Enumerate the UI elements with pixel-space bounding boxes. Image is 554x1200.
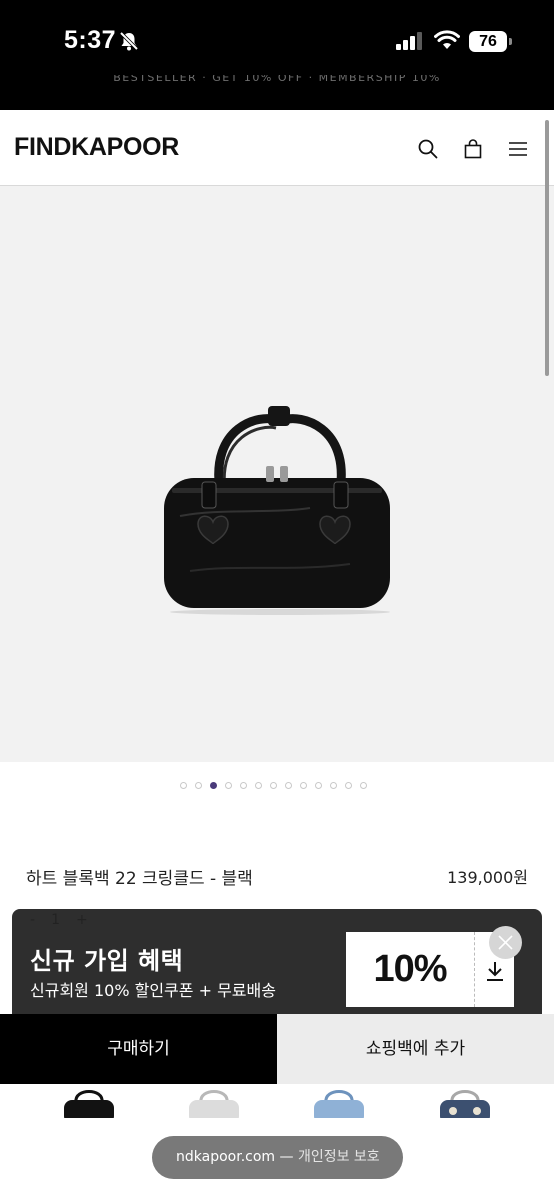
color-option-denim-navy[interactable] <box>438 1084 492 1118</box>
carousel-dot[interactable] <box>195 782 202 789</box>
product-image-carousel[interactable] <box>0 186 554 762</box>
status-time: 5:37 <box>64 26 117 54</box>
carousel-dot[interactable] <box>300 782 307 789</box>
carousel-dot[interactable] <box>360 782 367 789</box>
hamburger-menu-icon[interactable] <box>507 138 529 160</box>
add-to-cart-button[interactable]: 쇼핑백에 추가 <box>277 1014 554 1084</box>
close-icon <box>498 935 513 950</box>
carousel-dot[interactable] <box>225 782 232 789</box>
shopping-bag-icon[interactable] <box>462 138 484 160</box>
banner-close-button[interactable] <box>489 926 522 959</box>
carousel-dot[interactable] <box>255 782 262 789</box>
product-handbag-image <box>164 406 390 615</box>
banner-subtitle: 신규회원 10% 할인쿠폰 + 무료배송 <box>30 981 276 1000</box>
status-bar: 5:37 76 BESTSELLER · GET 10% OFF · MEMBE… <box>0 0 554 110</box>
coupon-card[interactable]: 10% <box>346 932 474 1007</box>
battery-indicator: 76 <box>469 31 512 52</box>
color-option-silver[interactable] <box>187 1084 241 1118</box>
browser-url-pill[interactable]: ndkapoor.com — 개인정보 보호 <box>152 1136 403 1179</box>
wifi-icon <box>434 30 460 49</box>
url-domain: ndkapoor.com <box>176 1149 276 1165</box>
buy-now-button[interactable]: 구매하기 <box>0 1014 277 1084</box>
product-name: 하트 블록백 22 크링클드 - 블랙 <box>26 869 253 889</box>
promo-strip[interactable]: BESTSELLER · GET 10% OFF · MEMBERSHIP 10… <box>0 75 554 84</box>
carousel-dot[interactable] <box>345 782 352 789</box>
carousel-dot[interactable] <box>330 782 337 789</box>
color-option-black[interactable] <box>62 1084 116 1118</box>
carousel-dot[interactable] <box>285 782 292 789</box>
banner-title: 신규 가입 혜택 <box>30 947 184 975</box>
carousel-dot[interactable] <box>270 782 277 789</box>
site-header: FINDKAPOOR <box>0 110 554 186</box>
brand-logo[interactable]: FINDKAPOOR <box>14 133 179 162</box>
scrollbar[interactable] <box>545 120 549 376</box>
search-icon[interactable] <box>417 138 439 160</box>
privacy-label: 개인정보 보호 <box>297 1149 380 1165</box>
url-separator: — <box>279 1149 294 1165</box>
coupon-value: 10% <box>373 948 447 990</box>
product-price: 139,000원 <box>447 868 528 887</box>
cellular-signal-icon <box>396 32 422 50</box>
carousel-dot[interactable] <box>315 782 322 789</box>
download-icon <box>487 962 503 981</box>
carousel-dots <box>180 782 367 789</box>
color-option-sky-blue[interactable] <box>312 1084 366 1118</box>
carousel-dot[interactable] <box>180 782 187 789</box>
carousel-dot[interactable] <box>210 782 217 789</box>
bell-muted-icon <box>119 31 139 51</box>
carousel-dot[interactable] <box>240 782 247 789</box>
